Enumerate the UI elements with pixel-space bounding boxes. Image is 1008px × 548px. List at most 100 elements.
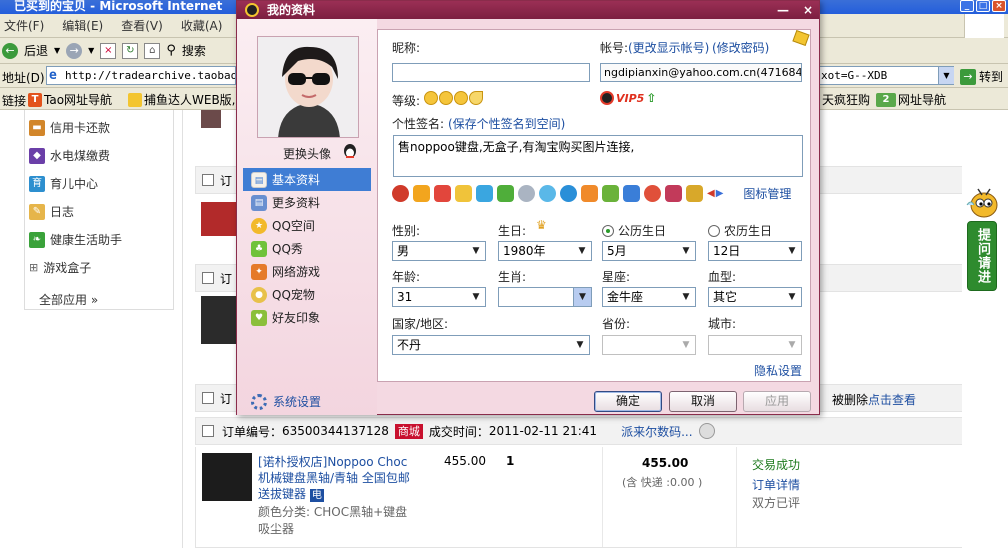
close-icon[interactable]: × [992,0,1006,12]
gender-select[interactable]: 男 ▼ [392,241,486,261]
zodiac-select[interactable]: ▼ [498,287,592,307]
signature-input[interactable]: 售noppoo键盘,无盒子,有淘宝购买图片连接, [393,135,803,177]
sidebar-item-utilities[interactable]: ◆ 水电煤缴费 [29,147,110,164]
product-thumbnail[interactable] [201,110,221,128]
star-status-icon[interactable] [686,185,703,202]
link-crazy-buy[interactable]: 天疯狂购 [822,91,870,108]
lunar-birthday-radio[interactable]: 农历生日 [708,222,772,239]
tag-status-icon[interactable] [434,185,451,202]
ask-question-widget[interactable]: 提问请进 [964,183,1000,293]
tag-status-icon[interactable] [455,185,472,202]
birth-day-select[interactable]: 12日 ▼ [708,241,802,261]
maximize-icon[interactable]: □ [976,0,990,12]
forward-icon[interactable]: → [66,42,83,59]
link-url-nav[interactable]: 2 网址导航 [876,91,946,108]
view-deleted-link[interactable]: 点击查看 [868,391,916,408]
birth-month-select[interactable]: 5月 ▼ [602,241,696,261]
stop-icon[interactable]: × [100,42,117,59]
nav-item-pet[interactable]: ● QQ宠物 [243,283,371,306]
profile-nav: ▤ 基本资料 ▤ 更多资料 ★ QQ空间 ♣ QQ秀 ✦ 网络游戏 ● QQ宠物 [243,168,371,329]
tag-status-icon[interactable] [497,185,514,202]
globe-status-icon[interactable] [539,185,556,202]
nav-item-impression[interactable]: ♥ 好友印象 [243,306,371,329]
menu-edit[interactable]: 编辑(E) [62,17,103,34]
tag-status-icon[interactable] [413,185,430,202]
solar-birthday-radio[interactable]: 公历生日 [602,222,666,239]
go-button[interactable]: → 转到 [960,68,1003,85]
avatar[interactable] [257,36,359,138]
pet-status-icon[interactable] [581,185,598,202]
minimize-icon[interactable]: _ [960,0,974,12]
link-tao-nav[interactable]: T Tao网址导航 [28,91,112,108]
ladybug-status-icon[interactable] [644,185,661,202]
headphones-thumbnail[interactable] [201,296,239,344]
back-dropdown-icon[interactable]: ▼ [54,46,60,55]
prev-icons-icon[interactable]: ◀ [707,188,715,199]
keyboard-thumbnail[interactable] [202,453,252,501]
dialog-close-icon[interactable]: × [803,1,813,19]
search-button[interactable]: 搜索 [182,42,206,59]
globe-status-icon[interactable] [560,185,577,202]
order-checkbox[interactable] [202,425,214,437]
address-input[interactable]: http://tradearchive.taobao.c [46,66,236,85]
save-signature-link[interactable]: (保存个性签名到空间) [448,115,565,132]
pearl-status-icon[interactable] [518,185,535,202]
change-avatar-link[interactable]: 更换头像 [283,145,331,162]
apply-button[interactable]: 应用 [743,391,811,412]
refresh-icon[interactable]: ↻ [122,42,139,59]
age-select[interactable]: 31 ▼ [392,287,486,307]
dialog-minimize-icon[interactable]: — [777,1,789,19]
order-detail-link[interactable]: 订单详情 [752,476,800,493]
nav-item-basic[interactable]: ▤ 基本资料 [243,168,371,191]
nav-item-qzone[interactable]: ★ QQ空间 [243,214,371,237]
back-button[interactable]: 后退 [24,42,48,59]
country-select[interactable]: 不丹 ▼ [392,335,590,355]
all-apps-link[interactable]: 全部应用 » [39,291,98,308]
nav-item-more[interactable]: ▤ 更多资料 [243,191,371,214]
order-checkbox[interactable] [202,174,214,186]
order-checkbox[interactable] [202,272,214,284]
menu-view[interactable]: 查看(V) [121,17,163,34]
cancel-button[interactable]: 取消 [669,391,737,412]
system-settings-link[interactable]: 系统设置 [251,393,321,410]
star-sign-select[interactable]: 金牛座 ▼ [602,287,696,307]
back-icon[interactable]: ← [2,42,18,59]
product-thumbnail[interactable] [201,202,239,236]
change-display-account-link[interactable]: (更改显示帐号) [628,39,709,56]
item-title-link[interactable]: [诺朴授权店]Noppoo Choc 机械键盘黑轴/青轴 全国包邮送拔键器 电 [258,454,410,502]
nav-item-qqshow[interactable]: ♣ QQ秀 [243,237,371,260]
vip-badge[interactable]: VIP5 ⇧ [600,91,656,105]
penguin-status-icon[interactable] [392,185,409,202]
blood-type-select[interactable]: 其它 ▼ [708,287,802,307]
seller-link[interactable]: 派来尔数码... [621,423,692,440]
nav-item-games[interactable]: ✦ 网络游戏 [243,260,371,283]
change-password-link[interactable]: (修改密码) [712,39,769,56]
address-input-tail[interactable]: xot=G--XDB [818,66,954,85]
house-status-icon[interactable] [602,185,619,202]
sidebar-item-credit-card[interactable]: ▬ 信用卡还款 [29,119,110,136]
privacy-settings-link[interactable]: 隐私设置 [754,362,802,379]
icon-manage-link[interactable]: 图标管理 [743,185,791,202]
search-icon[interactable]: ⚲ [166,43,176,58]
forward-dropdown-icon[interactable]: ▼ [88,46,94,55]
ok-button[interactable]: 确定 [594,391,662,412]
game-status-icon[interactable] [665,185,682,202]
next-icons-icon[interactable]: ▶ [716,188,724,199]
qq-penguin-icon[interactable] [341,141,359,159]
sidebar-item-health[interactable]: ❧ 健康生活助手 [29,231,122,248]
menu-file[interactable]: 文件(F) [4,17,44,34]
order-checkbox[interactable] [202,392,214,404]
birth-year-select[interactable]: 1980年 ▼ [498,241,592,261]
wangwang-icon[interactable] [698,423,715,439]
menu-favorites[interactable]: 收藏(A) [181,17,223,34]
phone-status-icon[interactable] [623,185,640,202]
sidebar-item-diary[interactable]: ✎ 日志 [29,203,74,220]
link-fishing[interactable]: 捕鱼达人WEB版, [128,91,236,108]
sidebar-item-parenting[interactable]: 育 育儿中心 [29,175,98,192]
tag-status-icon[interactable] [476,185,493,202]
nickname-input[interactable] [392,63,590,82]
home-icon[interactable]: ⌂ [144,42,161,59]
address-dropdown-icon[interactable]: ▼ [938,67,954,84]
game-icon: ✦ [251,263,267,280]
sidebar-item-game-box[interactable]: ⊞ 游戏盒子 [29,259,91,276]
